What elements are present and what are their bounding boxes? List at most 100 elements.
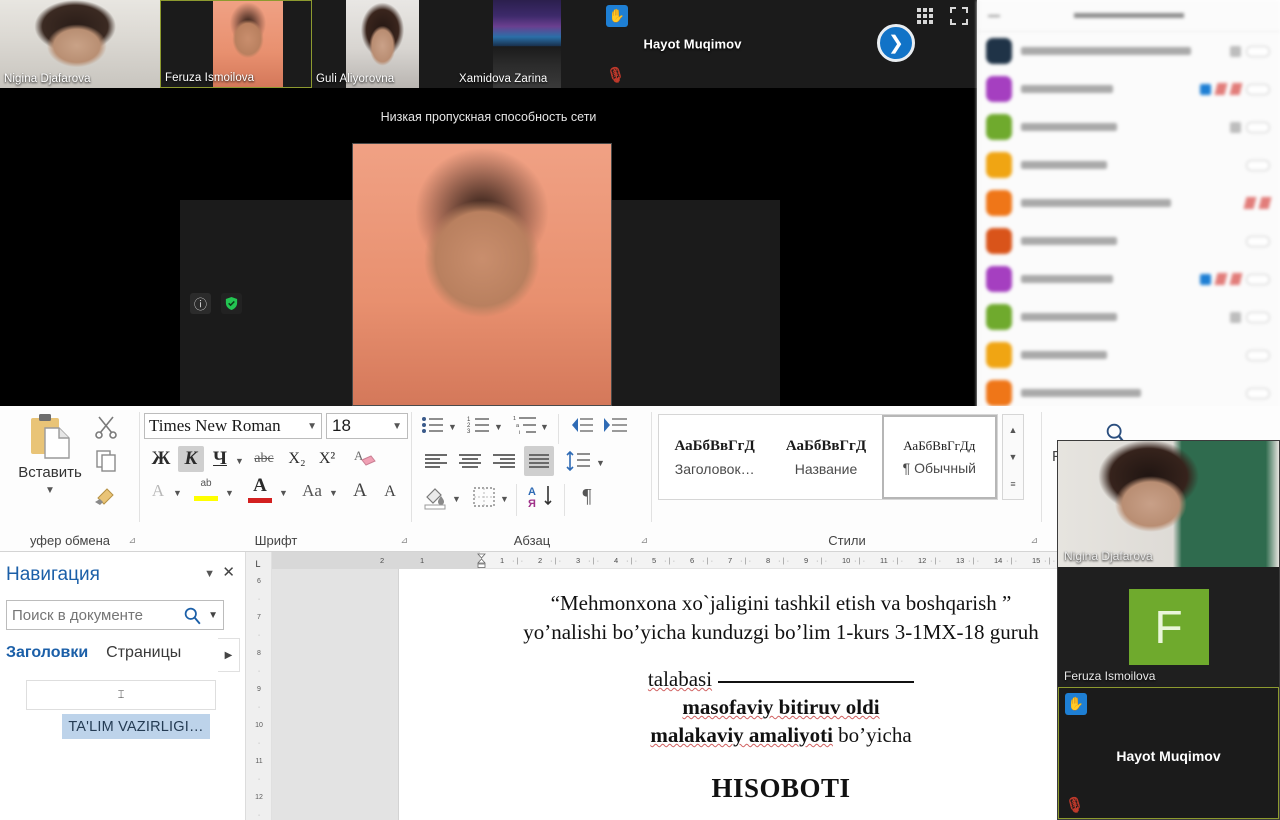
bold-button[interactable]: Ж	[148, 446, 174, 472]
participant-row[interactable]	[978, 260, 1280, 298]
styles-scroll-up-button[interactable]: ▲	[1004, 418, 1022, 442]
borders-chevron-down-icon[interactable]: ▼	[500, 494, 509, 504]
superscript-button[interactable]: X²	[314, 446, 340, 472]
increase-indent-icon[interactable]	[602, 414, 628, 436]
navigation-heading-item[interactable]: TA'LIM VAZIRLIGI…	[62, 714, 210, 739]
change-case-button[interactable]: Aa	[296, 478, 328, 504]
search-icon[interactable]	[183, 606, 202, 625]
align-center-icon[interactable]	[456, 448, 484, 474]
filmstrip-tile-xamidova[interactable]: Xamidova Zarina	[455, 0, 600, 88]
clear-formatting-icon[interactable]: A	[352, 446, 378, 472]
scissors-icon[interactable]	[92, 414, 120, 440]
grow-font-button[interactable]: A	[348, 478, 372, 504]
shading-chevron-down-icon[interactable]: ▼	[452, 494, 461, 504]
grid-view-icon[interactable]	[915, 6, 935, 26]
participant-row[interactable]	[978, 32, 1280, 70]
navigation-tabs[interactable]: Заголовки Страницы	[6, 644, 181, 662]
font-color-chevron-down-icon[interactable]: ▼	[279, 488, 288, 498]
navigation-more-tabs-chevron-right-icon[interactable]: ▶	[218, 638, 240, 672]
participant-row[interactable]	[978, 184, 1280, 222]
filmstrip-tile-hayot[interactable]: ✋ Hayot Muqimov 🎙	[600, 0, 785, 88]
participant-row[interactable]	[978, 146, 1280, 184]
subscript-button[interactable]: X₂	[284, 446, 310, 472]
participant-row[interactable]	[978, 222, 1280, 260]
style-card-1[interactable]: АаБбВвГгД Название	[770, 415, 881, 499]
styles-scroll-down-button[interactable]: ▼	[1004, 445, 1022, 469]
active-speaker-video[interactable]	[352, 143, 612, 406]
participant-toggle[interactable]	[1246, 45, 1270, 57]
italic-button[interactable]: К	[178, 446, 204, 472]
document-page[interactable]: “Mehmonxona xo`jaligini tashkil etish va…	[399, 569, 1163, 820]
search-options-chevron-down-icon[interactable]: ▼	[208, 610, 218, 621]
line-spacing-chevron-down-icon[interactable]: ▼	[596, 458, 605, 468]
participant-actions[interactable]	[1230, 311, 1270, 323]
floating-video-stack[interactable]: Nigina Djafarova F Feruza Ismoilova ✋ Ha…	[1057, 440, 1280, 820]
styles-gallery[interactable]: АаБбВвГгД Заголовок… АаБбВвГгД Название АаБб…	[658, 414, 998, 500]
clipboard-dialog-launcher[interactable]: ⊿	[128, 535, 136, 546]
participant-actions[interactable]	[1246, 235, 1270, 247]
participant-toggle[interactable]	[1246, 387, 1270, 399]
underline-chevron-down-icon[interactable]: ▼	[235, 456, 244, 466]
floating-video-nigina[interactable]: Nigina Djafarova	[1058, 441, 1279, 567]
multilevel-list-icon[interactable]: 1ai	[512, 414, 538, 436]
participant-row[interactable]	[978, 108, 1280, 146]
filmstrip-tile-feruza[interactable]: Feruza Ismoilova	[160, 0, 312, 88]
participant-toggle[interactable]	[1246, 311, 1270, 323]
navigation-search-box[interactable]: ▼	[6, 600, 224, 630]
font-color-button[interactable]: A	[244, 472, 276, 506]
font-name-combobox[interactable]: Times New Roman ▼	[144, 413, 322, 439]
numbered-list-icon[interactable]: 123	[466, 414, 492, 436]
tab-pages[interactable]: Страницы	[106, 644, 181, 662]
participant-row[interactable]	[978, 298, 1280, 336]
participant-toggle[interactable]	[1246, 83, 1270, 95]
shrink-font-button[interactable]: A	[378, 479, 402, 505]
line-spacing-icon[interactable]	[564, 448, 592, 474]
participant-actions[interactable]	[1230, 45, 1270, 57]
participant-actions[interactable]	[1246, 159, 1270, 171]
sort-icon[interactable]: А Я	[526, 482, 558, 510]
underline-button[interactable]: Ч	[208, 446, 232, 472]
copy-icon[interactable]	[92, 448, 120, 474]
font-size-combobox[interactable]: 18 ▼	[326, 413, 408, 439]
bullets-chevron-down-icon[interactable]: ▼	[448, 422, 457, 432]
navigation-close-icon[interactable]: ✕	[222, 563, 235, 581]
participant-toggle[interactable]	[1246, 349, 1270, 361]
bullet-list-icon[interactable]	[420, 414, 446, 436]
indent-marker-icon[interactable]	[477, 553, 486, 568]
style-card-0[interactable]: АаБбВвГгД Заголовок…	[659, 415, 770, 499]
participant-toggle[interactable]	[1246, 121, 1270, 133]
participant-actions[interactable]	[1243, 197, 1272, 209]
participant-toggle[interactable]	[1246, 273, 1270, 285]
participant-toggle[interactable]	[1246, 159, 1270, 171]
participant-actions[interactable]	[1246, 349, 1270, 361]
text-effects-button[interactable]: A	[146, 478, 170, 504]
floating-video-feruza[interactable]: F Feruza Ismoilova	[1058, 567, 1279, 687]
strikethrough-button[interactable]: abc	[250, 446, 278, 472]
highlight-color-button[interactable]: ab	[190, 474, 222, 506]
shield-check-icon[interactable]	[221, 293, 242, 314]
styles-more-button[interactable]: ≡	[1004, 472, 1022, 496]
participant-actions[interactable]	[1200, 83, 1270, 95]
vertical-ruler[interactable]: 6 · 7 · 8 · 9 · 10 · 11 · 12 ·	[246, 552, 272, 820]
justify-icon[interactable]	[524, 446, 554, 476]
numbering-chevron-down-icon[interactable]: ▼	[494, 422, 503, 432]
shading-icon[interactable]	[422, 484, 450, 510]
participant-actions[interactable]	[1200, 273, 1270, 285]
styles-scroll-controls[interactable]: ▲ ▼ ≡	[1002, 414, 1024, 500]
back-icon[interactable]	[988, 14, 1000, 17]
participant-actions[interactable]	[1246, 387, 1270, 399]
search-input[interactable]	[12, 606, 164, 624]
style-card-2[interactable]: АаБбВвГгДд ¶ Обычный	[881, 415, 997, 499]
font-dialog-launcher[interactable]: ⊿	[400, 535, 408, 546]
chevron-down-icon[interactable]: ▼	[45, 485, 55, 496]
participants-panel[interactable]	[977, 0, 1280, 420]
participant-row[interactable]	[978, 336, 1280, 374]
paste-button[interactable]: Вставить ▼	[14, 412, 86, 504]
paragraph-dialog-launcher[interactable]: ⊿	[640, 535, 648, 546]
filmstrip-tile-guli[interactable]: Guli Aliyorovna	[312, 0, 455, 88]
align-left-icon[interactable]	[422, 448, 450, 474]
show-formatting-marks-icon[interactable]: ¶	[574, 482, 600, 510]
highlight-chevron-down-icon[interactable]: ▼	[225, 488, 234, 498]
styles-dialog-launcher[interactable]: ⊿	[1030, 535, 1038, 546]
align-right-icon[interactable]	[490, 448, 518, 474]
